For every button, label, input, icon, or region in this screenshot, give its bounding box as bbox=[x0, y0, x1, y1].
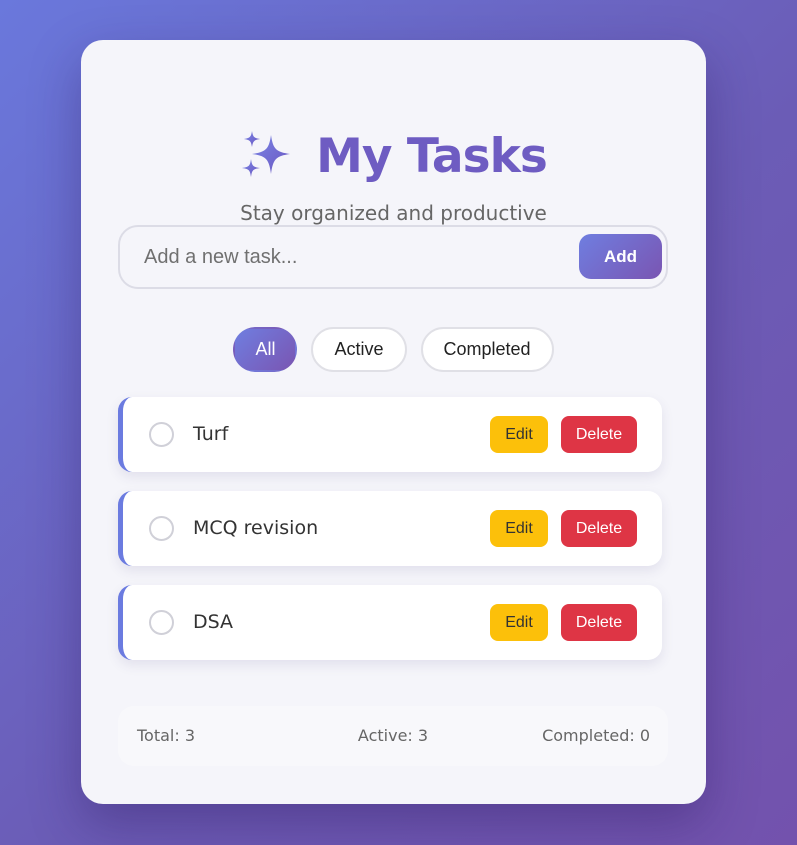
header: My Tasks bbox=[81, 124, 706, 188]
delete-button[interactable]: Delete bbox=[561, 604, 637, 641]
filter-completed[interactable]: Completed bbox=[420, 327, 554, 372]
delete-button[interactable]: Delete bbox=[561, 510, 637, 547]
stats-bar: Total: 3 Active: 3 Completed: 0 bbox=[118, 706, 668, 766]
add-button[interactable]: Add bbox=[579, 234, 662, 279]
task-input[interactable] bbox=[144, 239, 564, 275]
task-checkbox[interactable] bbox=[149, 422, 174, 447]
edit-button[interactable]: Edit bbox=[490, 604, 548, 641]
filter-bar: All Active Completed bbox=[81, 327, 706, 372]
task-item: DSA Edit Delete bbox=[118, 585, 662, 660]
add-task-form: Add bbox=[118, 225, 668, 289]
task-text: Turf bbox=[193, 423, 229, 445]
sparkles-icon bbox=[242, 131, 291, 177]
stat-completed: Completed: 0 bbox=[542, 726, 650, 745]
page-subtitle: Stay organized and productive bbox=[240, 201, 547, 225]
delete-button[interactable]: Delete bbox=[561, 416, 637, 453]
task-checkbox[interactable] bbox=[149, 610, 174, 635]
task-text: MCQ revision bbox=[193, 517, 319, 539]
task-item: Turf Edit Delete bbox=[118, 397, 662, 472]
task-card: My Tasks Stay organized and productive A… bbox=[81, 40, 706, 804]
filter-all[interactable]: All bbox=[233, 327, 298, 372]
page-title: My Tasks bbox=[316, 128, 548, 184]
task-checkbox[interactable] bbox=[149, 516, 174, 541]
edit-button[interactable]: Edit bbox=[490, 416, 548, 453]
edit-button[interactable]: Edit bbox=[490, 510, 548, 547]
task-list: Turf Edit Delete MCQ revision Edit Delet… bbox=[118, 397, 662, 679]
filter-active[interactable]: Active bbox=[311, 327, 407, 372]
task-item: MCQ revision Edit Delete bbox=[118, 491, 662, 566]
task-text: DSA bbox=[193, 611, 234, 633]
